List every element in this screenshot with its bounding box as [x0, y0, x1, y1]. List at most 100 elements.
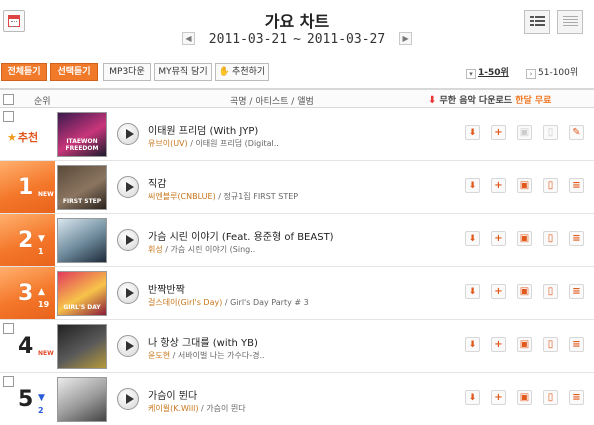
- artist-link[interactable]: 윤도현: [148, 351, 170, 360]
- rank-cell: 4 NEW: [0, 320, 55, 372]
- prev-week-button[interactable]: ◀: [181, 32, 195, 45]
- album-cover[interactable]: [57, 377, 107, 422]
- edit-icon[interactable]: ✎: [569, 125, 584, 140]
- date-start: 2011-03-21: [208, 32, 288, 47]
- download-icon[interactable]: ⬇: [465, 178, 480, 193]
- rank-number: 3: [18, 281, 34, 306]
- phone-ringtone-icon[interactable]: ▯: [543, 178, 558, 193]
- range-1-50-link[interactable]: ▾ 1-50위: [466, 65, 509, 79]
- music-video-icon[interactable]: ▣: [517, 337, 532, 352]
- phone-ringtone-icon[interactable]: ▯: [543, 125, 558, 140]
- phone-ringtone-icon[interactable]: ▯: [543, 390, 558, 405]
- play-button[interactable]: [117, 229, 139, 251]
- promo-text: 무한 음악 다운로드: [439, 96, 513, 106]
- rank-number: 5: [18, 387, 34, 412]
- add-icon[interactable]: +: [491, 231, 506, 246]
- album-link[interactable]: / 가슴 시린 이야기 (Sing..: [163, 245, 255, 254]
- recommend-button[interactable]: ✋ 추천하기: [215, 63, 269, 81]
- chart-row: 2 ▼ 1 가슴 시린 이야기 (Feat. 용준형 of BEAST) 휘성 /…: [0, 214, 594, 267]
- featured-text: 추천: [17, 131, 39, 144]
- artist-link[interactable]: 씨엔블루(CNBLUE): [148, 192, 216, 201]
- play-button[interactable]: [117, 282, 139, 304]
- album-cover[interactable]: GIRL'S DAY: [57, 271, 107, 316]
- phone-ringtone-icon[interactable]: ▯: [543, 231, 558, 246]
- download-icon[interactable]: ⬇: [465, 125, 480, 140]
- artist-link[interactable]: 케이윌(K.Will): [148, 404, 199, 413]
- rank-change: 1: [38, 247, 44, 256]
- chevron-right-icon: ›: [526, 69, 536, 79]
- download-icon[interactable]: ⬇: [465, 231, 480, 246]
- mp3-download-button[interactable]: MP3다운: [103, 63, 151, 81]
- play-all-button[interactable]: 전체듣기: [1, 63, 47, 81]
- play-button[interactable]: [117, 388, 139, 410]
- new-badge: NEW: [38, 191, 54, 198]
- album-link[interactable]: / 정규1집 FIRST STEP: [216, 192, 298, 201]
- album-cover[interactable]: ITAEWON FREEDOM: [57, 112, 107, 157]
- add-icon[interactable]: +: [491, 125, 506, 140]
- download-promo-link[interactable]: ⬇ 무한 음악 다운로드 한달 무료: [428, 93, 551, 106]
- chart-row: 1 NEW FIRST STEP 직감 씨엔블루(CNBLUE) / 정규1집 F…: [0, 161, 594, 214]
- artist-link[interactable]: 유브이(UV): [148, 139, 188, 148]
- download-icon[interactable]: ⬇: [465, 337, 480, 352]
- artist-link[interactable]: 걸스데이(Girl's Day): [148, 298, 222, 307]
- range-51-100-link[interactable]: › 51-100위: [526, 65, 578, 79]
- song-title[interactable]: 반짝반짝: [148, 281, 185, 296]
- add-icon[interactable]: +: [491, 284, 506, 299]
- music-chart-page: 가요 차트 ◀ 2011-03-21 ~2011-03-27 ▶ 전체듣기 선택듣…: [0, 0, 594, 425]
- play-button[interactable]: [117, 123, 139, 145]
- lyrics-icon[interactable]: ≡: [569, 284, 584, 299]
- date-end: 2011-03-27: [306, 32, 386, 47]
- download-icon[interactable]: ⬇: [465, 390, 480, 405]
- song-title[interactable]: 가슴이 뛴다: [148, 387, 197, 402]
- album-cover[interactable]: FIRST STEP: [57, 165, 107, 210]
- album-cover-text: FIRST STEP: [62, 198, 102, 205]
- download-icon[interactable]: ⬇: [465, 284, 480, 299]
- rank-down-icon: ▼: [38, 234, 45, 244]
- next-week-button[interactable]: ▶: [399, 32, 413, 45]
- rank-cell: 2 ▼ 1: [0, 214, 55, 266]
- rank-cell: 3 ▲ 19: [0, 267, 55, 319]
- song-title[interactable]: 이태원 프리덤 (With JYP): [148, 122, 258, 137]
- chart-header: 가요 차트 ◀ 2011-03-21 ~2011-03-27 ▶: [0, 0, 594, 58]
- album-link[interactable]: / 가슴이 뛴다: [199, 404, 246, 413]
- play-selected-button[interactable]: 선택듣기: [50, 63, 98, 81]
- album-link[interactable]: / Girl's Day Party # 3: [222, 298, 308, 307]
- add-icon[interactable]: +: [491, 337, 506, 352]
- rank-number: 2: [18, 228, 34, 253]
- music-video-icon[interactable]: ▣: [517, 178, 532, 193]
- rank-change: 2: [38, 406, 44, 415]
- song-title[interactable]: 나 항상 그대를 (with YB): [148, 334, 258, 349]
- phone-ringtone-icon[interactable]: ▯: [543, 337, 558, 352]
- music-video-icon[interactable]: ▣: [517, 284, 532, 299]
- artist-link[interactable]: 휘성: [148, 245, 163, 254]
- rank-cell: 5 ▼ 2: [0, 373, 55, 425]
- add-icon[interactable]: +: [491, 390, 506, 405]
- lyrics-icon[interactable]: ≡: [569, 390, 584, 405]
- music-video-icon[interactable]: ▣: [517, 125, 532, 140]
- album-cover[interactable]: [57, 218, 107, 263]
- play-button[interactable]: [117, 335, 139, 357]
- lyrics-icon[interactable]: ≡: [569, 231, 584, 246]
- song-meta: 유브이(UV) / 이태원 프리덤 (Digital..: [148, 138, 308, 149]
- list-view-button[interactable]: [524, 10, 550, 34]
- range-51-100-label: 51-100위: [538, 68, 579, 78]
- play-button[interactable]: [117, 176, 139, 198]
- song-title[interactable]: 가슴 시린 이야기 (Feat. 용준형 of BEAST): [148, 228, 334, 243]
- album-link[interactable]: / 이태원 프리덤 (Digital..: [188, 139, 279, 148]
- music-video-icon[interactable]: ▣: [517, 231, 532, 246]
- lyrics-icon[interactable]: ≡: [569, 178, 584, 193]
- thumb-up-icon: ✋: [218, 67, 231, 77]
- music-video-icon[interactable]: ▣: [517, 390, 532, 405]
- featured-label: ★추천: [7, 129, 38, 145]
- promo-highlight: 한달 무료: [515, 96, 552, 106]
- phone-ringtone-icon[interactable]: ▯: [543, 284, 558, 299]
- album-cover[interactable]: [57, 324, 107, 369]
- add-to-my-music-button[interactable]: MY뮤직 담기: [154, 63, 212, 81]
- song-meta: 걸스데이(Girl's Day) / Girl's Day Party # 3: [148, 297, 308, 308]
- album-link[interactable]: / 서바이벌 나는 가수다-경..: [170, 351, 265, 360]
- lyrics-icon[interactable]: ≡: [569, 337, 584, 352]
- compact-view-button[interactable]: [557, 10, 583, 34]
- add-icon[interactable]: +: [491, 178, 506, 193]
- select-all-checkbox[interactable]: [3, 94, 14, 105]
- song-title[interactable]: 직감: [148, 175, 166, 190]
